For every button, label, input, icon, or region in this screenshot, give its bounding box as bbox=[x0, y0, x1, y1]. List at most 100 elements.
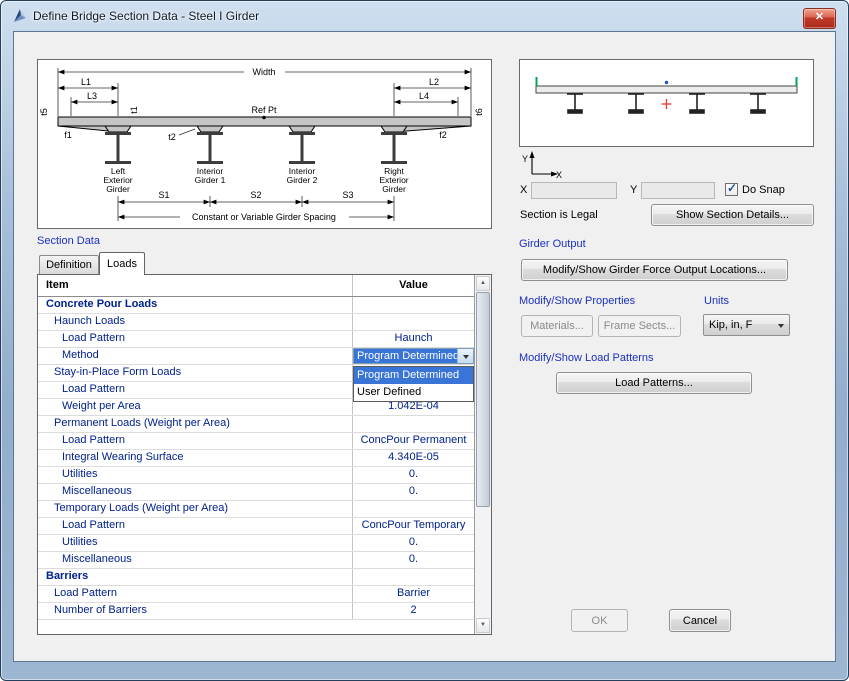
diagram-s1-label: S1 bbox=[158, 190, 169, 200]
load-patterns-button[interactable]: Load Patterns... bbox=[556, 372, 752, 394]
table-row[interactable]: Load PatternConcPour Permanent bbox=[38, 433, 474, 450]
table-row[interactable]: Utilities0. bbox=[38, 467, 474, 484]
materials-button[interactable]: Materials... bbox=[521, 315, 593, 337]
dropdown-option[interactable]: Program Determined bbox=[354, 367, 473, 384]
table-body: Concrete Pour LoadsHaunch LoadsLoad Patt… bbox=[38, 297, 474, 620]
section-data-table: Item Value Concrete Pour LoadsHaunch Loa… bbox=[37, 274, 492, 635]
scroll-up-icon[interactable]: ▲ bbox=[476, 276, 490, 291]
row-item-label: Load Pattern bbox=[38, 518, 353, 534]
dropdown-option[interactable]: User Defined bbox=[354, 384, 473, 401]
table-row[interactable]: Temporary Loads (Weight per Area) bbox=[38, 501, 474, 518]
table-row[interactable]: Concrete Pour Loads bbox=[38, 297, 474, 314]
tab-definition[interactable]: Definition bbox=[39, 255, 99, 274]
row-item-label: Load Pattern bbox=[38, 433, 353, 449]
diagram-t2-label: t2 bbox=[168, 132, 176, 142]
cancel-button[interactable]: Cancel bbox=[669, 609, 731, 632]
x-coordinate-field[interactable] bbox=[531, 182, 617, 199]
bridge-section-diagram: Width L1 L2 L3 L4 t5 t1 t6 Ref Pt f1 f2 … bbox=[38, 60, 491, 228]
row-item-label: Method bbox=[38, 348, 353, 364]
row-value: ConcPour Permanent bbox=[353, 433, 474, 449]
modify-girder-output-button[interactable]: Modify/Show Girder Force Output Location… bbox=[521, 259, 788, 281]
row-value bbox=[353, 297, 474, 313]
row-item-label: Load Pattern bbox=[38, 331, 353, 347]
column-header-item: Item bbox=[38, 275, 353, 296]
table-row[interactable]: Haunch Loads bbox=[38, 314, 474, 331]
table-row[interactable]: Miscellaneous0. bbox=[38, 552, 474, 569]
ref-point-marker bbox=[262, 116, 266, 120]
table-row[interactable]: Barriers bbox=[38, 569, 474, 586]
table-row[interactable]: Integral Wearing Surface4.340E-05 bbox=[38, 450, 474, 467]
table-row[interactable]: Load PatternBarrier bbox=[38, 586, 474, 603]
row-value: Barrier bbox=[353, 586, 474, 602]
do-snap-label: Do Snap bbox=[742, 184, 785, 196]
diagram-f2-label: f2 bbox=[439, 130, 447, 140]
diagram-t6-label: t6 bbox=[474, 108, 484, 116]
girder-output-label: Girder Output bbox=[519, 238, 586, 250]
row-value bbox=[353, 501, 474, 517]
row-value bbox=[353, 416, 474, 432]
table-scrollbar[interactable]: ▲ ▼ bbox=[474, 275, 491, 634]
row-value: 2 bbox=[353, 603, 474, 619]
row-item-label: Haunch Loads bbox=[38, 314, 353, 330]
dialog-window: Define Bridge Section Data - Steel I Gir… bbox=[0, 0, 849, 681]
preview-ref-point bbox=[665, 81, 668, 84]
row-value bbox=[353, 314, 474, 330]
section-legal-status: Section is Legal bbox=[520, 209, 598, 221]
table-row[interactable]: Number of Barriers2 bbox=[38, 603, 474, 620]
deck-slab bbox=[58, 117, 471, 132]
table-row[interactable]: Miscellaneous0. bbox=[38, 484, 474, 501]
method-dropdown-list: Program DeterminedUser Defined bbox=[353, 366, 474, 402]
section-data-label: Section Data bbox=[37, 235, 100, 247]
axis-indicator: Y X bbox=[520, 149, 566, 179]
preview-crosshair bbox=[662, 99, 672, 109]
close-icon: ✕ bbox=[815, 11, 824, 23]
scrollbar-thumb[interactable] bbox=[476, 292, 490, 507]
diagram-l2-label: L2 bbox=[429, 77, 439, 87]
row-item-label: Load Pattern bbox=[38, 586, 353, 602]
ok-button[interactable]: OK bbox=[571, 609, 628, 632]
frame-sects-button[interactable]: Frame Sects... bbox=[598, 315, 681, 337]
row-value: 4.340E-05 bbox=[353, 450, 474, 466]
row-value bbox=[353, 569, 474, 585]
axis-y-label: Y bbox=[522, 154, 528, 164]
units-value: Kip, in, F bbox=[704, 319, 773, 331]
row-item-label: Weight per Area bbox=[38, 399, 353, 415]
row-value: 0. bbox=[353, 484, 474, 500]
diagram-s2-label: S2 bbox=[250, 190, 261, 200]
diagram-l3-label: L3 bbox=[87, 91, 97, 101]
do-snap-checkbox[interactable]: ✓ bbox=[725, 183, 738, 196]
preview-deck bbox=[536, 86, 797, 93]
axis-x-label: X bbox=[556, 170, 562, 179]
row-value: 0. bbox=[353, 467, 474, 483]
show-section-details-button[interactable]: Show Section Details... bbox=[651, 204, 814, 226]
dialog-content: Width L1 L2 L3 L4 t5 t1 t6 Ref Pt f1 f2 … bbox=[13, 31, 836, 662]
table-row[interactable]: MethodProgram Determined bbox=[38, 348, 474, 365]
table-header: Item Value bbox=[38, 275, 474, 297]
units-label: Units bbox=[704, 295, 729, 307]
units-select[interactable]: Kip, in, F bbox=[703, 314, 790, 336]
app-icon bbox=[12, 8, 28, 24]
svg-text:Girder: Girder bbox=[382, 184, 406, 194]
x-label: X bbox=[520, 184, 527, 196]
tab-loads[interactable]: Loads bbox=[99, 252, 145, 275]
modify-show-properties-label: Modify/Show Properties bbox=[519, 295, 635, 307]
row-item-label: Load Pattern bbox=[38, 382, 353, 398]
table-row[interactable]: Load PatternHaunch bbox=[38, 331, 474, 348]
row-value: Program Determined bbox=[353, 348, 474, 364]
svg-text:Girder 1: Girder 1 bbox=[195, 175, 226, 185]
y-coordinate-field[interactable] bbox=[641, 182, 715, 199]
table-row[interactable]: Utilities0. bbox=[38, 535, 474, 552]
table-row[interactable]: Permanent Loads (Weight per Area) bbox=[38, 416, 474, 433]
row-item-label: Concrete Pour Loads bbox=[38, 297, 353, 313]
table-row[interactable]: Load PatternConcPour Temporary bbox=[38, 518, 474, 535]
checkmark-icon: ✓ bbox=[727, 181, 737, 195]
scroll-down-icon[interactable]: ▼ bbox=[476, 618, 490, 633]
close-button[interactable]: ✕ bbox=[803, 8, 836, 29]
method-dropdown[interactable]: Program Determined bbox=[353, 348, 474, 364]
girder-shapes bbox=[105, 132, 407, 164]
svg-text:Girder 2: Girder 2 bbox=[287, 175, 318, 185]
row-item-label: Miscellaneous bbox=[38, 484, 353, 500]
svg-text:Girder: Girder bbox=[106, 184, 130, 194]
row-item-label: Permanent Loads (Weight per Area) bbox=[38, 416, 353, 432]
diagram-l1-label: L1 bbox=[81, 77, 91, 87]
